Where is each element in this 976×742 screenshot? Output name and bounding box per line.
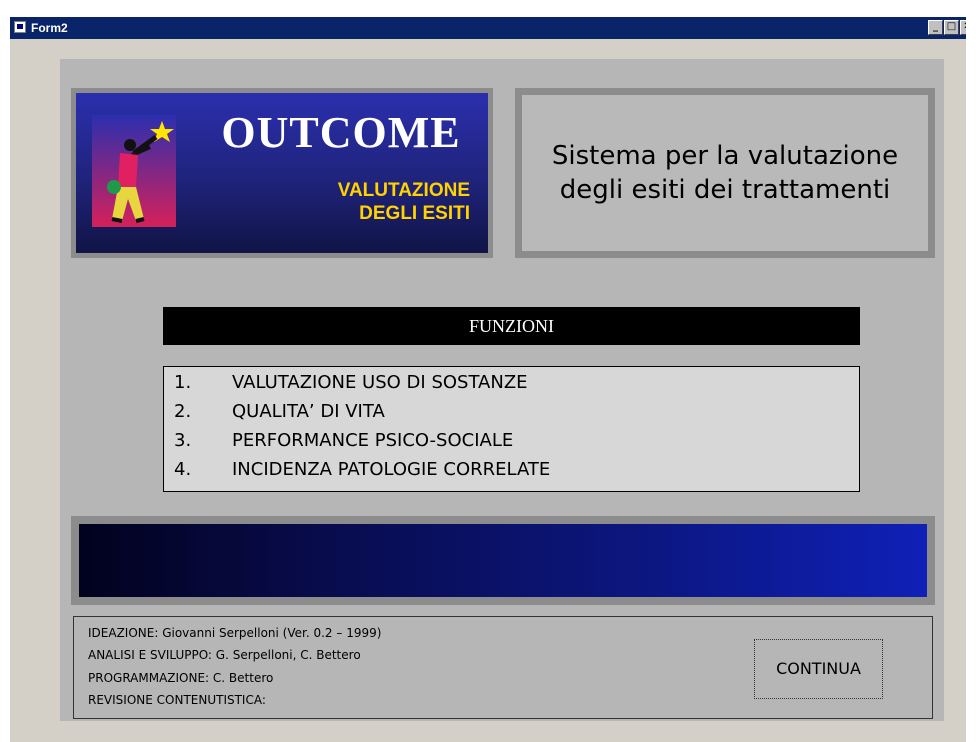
logo-subtitle-line2: DEGLI ESITI [359,203,470,224]
function-label: QUALITA’ DI VITA [232,401,385,422]
function-number: 2. [174,401,192,422]
function-number: 4. [174,459,192,480]
credit-analisi: ANALISI E SVILUPPO: G. Serpelloni, C. Be… [88,648,361,662]
client-area: OUTCOME VALUTAZIONE DEGLI ESITI Sistema … [10,39,976,742]
figure-star-icon [107,121,174,223]
description-line2: degli esiti dei trattamenti [559,175,891,205]
logo-banner: OUTCOME VALUTAZIONE DEGLI ESITI [76,93,488,253]
logo-panel: OUTCOME VALUTAZIONE DEGLI ESITI [71,88,493,258]
credit-ideazione: IDEAZIONE: Giovanni Serpelloni (Ver. 0.2… [88,626,382,640]
credit-revisione: REVISIONE CONTENUTISTICA: [88,693,266,707]
function-label: VALUTAZIONE USO DI SOSTANZE [232,372,528,393]
window-title: Form2 [31,21,68,35]
minimize-button[interactable]: _ [928,20,943,35]
app-icon[interactable] [14,21,26,33]
function-label: PERFORMANCE PSICO-SOCIALE [232,430,514,451]
function-label: INCIDENZA PATOLOGIE CORRELATE [232,459,551,480]
maximize-button[interactable]: □ [944,20,959,35]
logo-subtitle-line1: VALUTAZIONE [337,180,470,201]
form-panel: OUTCOME VALUTAZIONE DEGLI ESITI Sistema … [60,59,944,721]
function-number: 3. [174,430,192,451]
title-bar[interactable]: Form2 _ □ ✕ [10,17,976,39]
gradient-banner [71,516,935,605]
credits-panel: IDEAZIONE: Giovanni Serpelloni (Ver. 0.2… [73,616,933,719]
banner-fill [79,524,927,597]
logo-title: OUTCOME [221,108,461,157]
reaching-figure-illustration [92,115,176,227]
functions-list: 1. VALUTAZIONE USO DI SOSTANZE 2. QUALIT… [163,366,860,492]
window-right-edge [966,0,976,742]
description-panel: Sistema per la valutazione degli esiti d… [515,88,935,258]
functions-header: FUNZIONI [163,307,860,345]
description-line1: Sistema per la valutazione [551,141,899,171]
function-number: 1. [174,372,192,393]
description-text: Sistema per la valutazione degli esiti d… [522,95,928,251]
app-window: Form2 _ □ ✕ [10,17,976,742]
credit-programmazione: PROGRAMMAZIONE: C. Bettero [88,671,274,685]
continue-button[interactable]: CONTINUA [754,639,883,699]
